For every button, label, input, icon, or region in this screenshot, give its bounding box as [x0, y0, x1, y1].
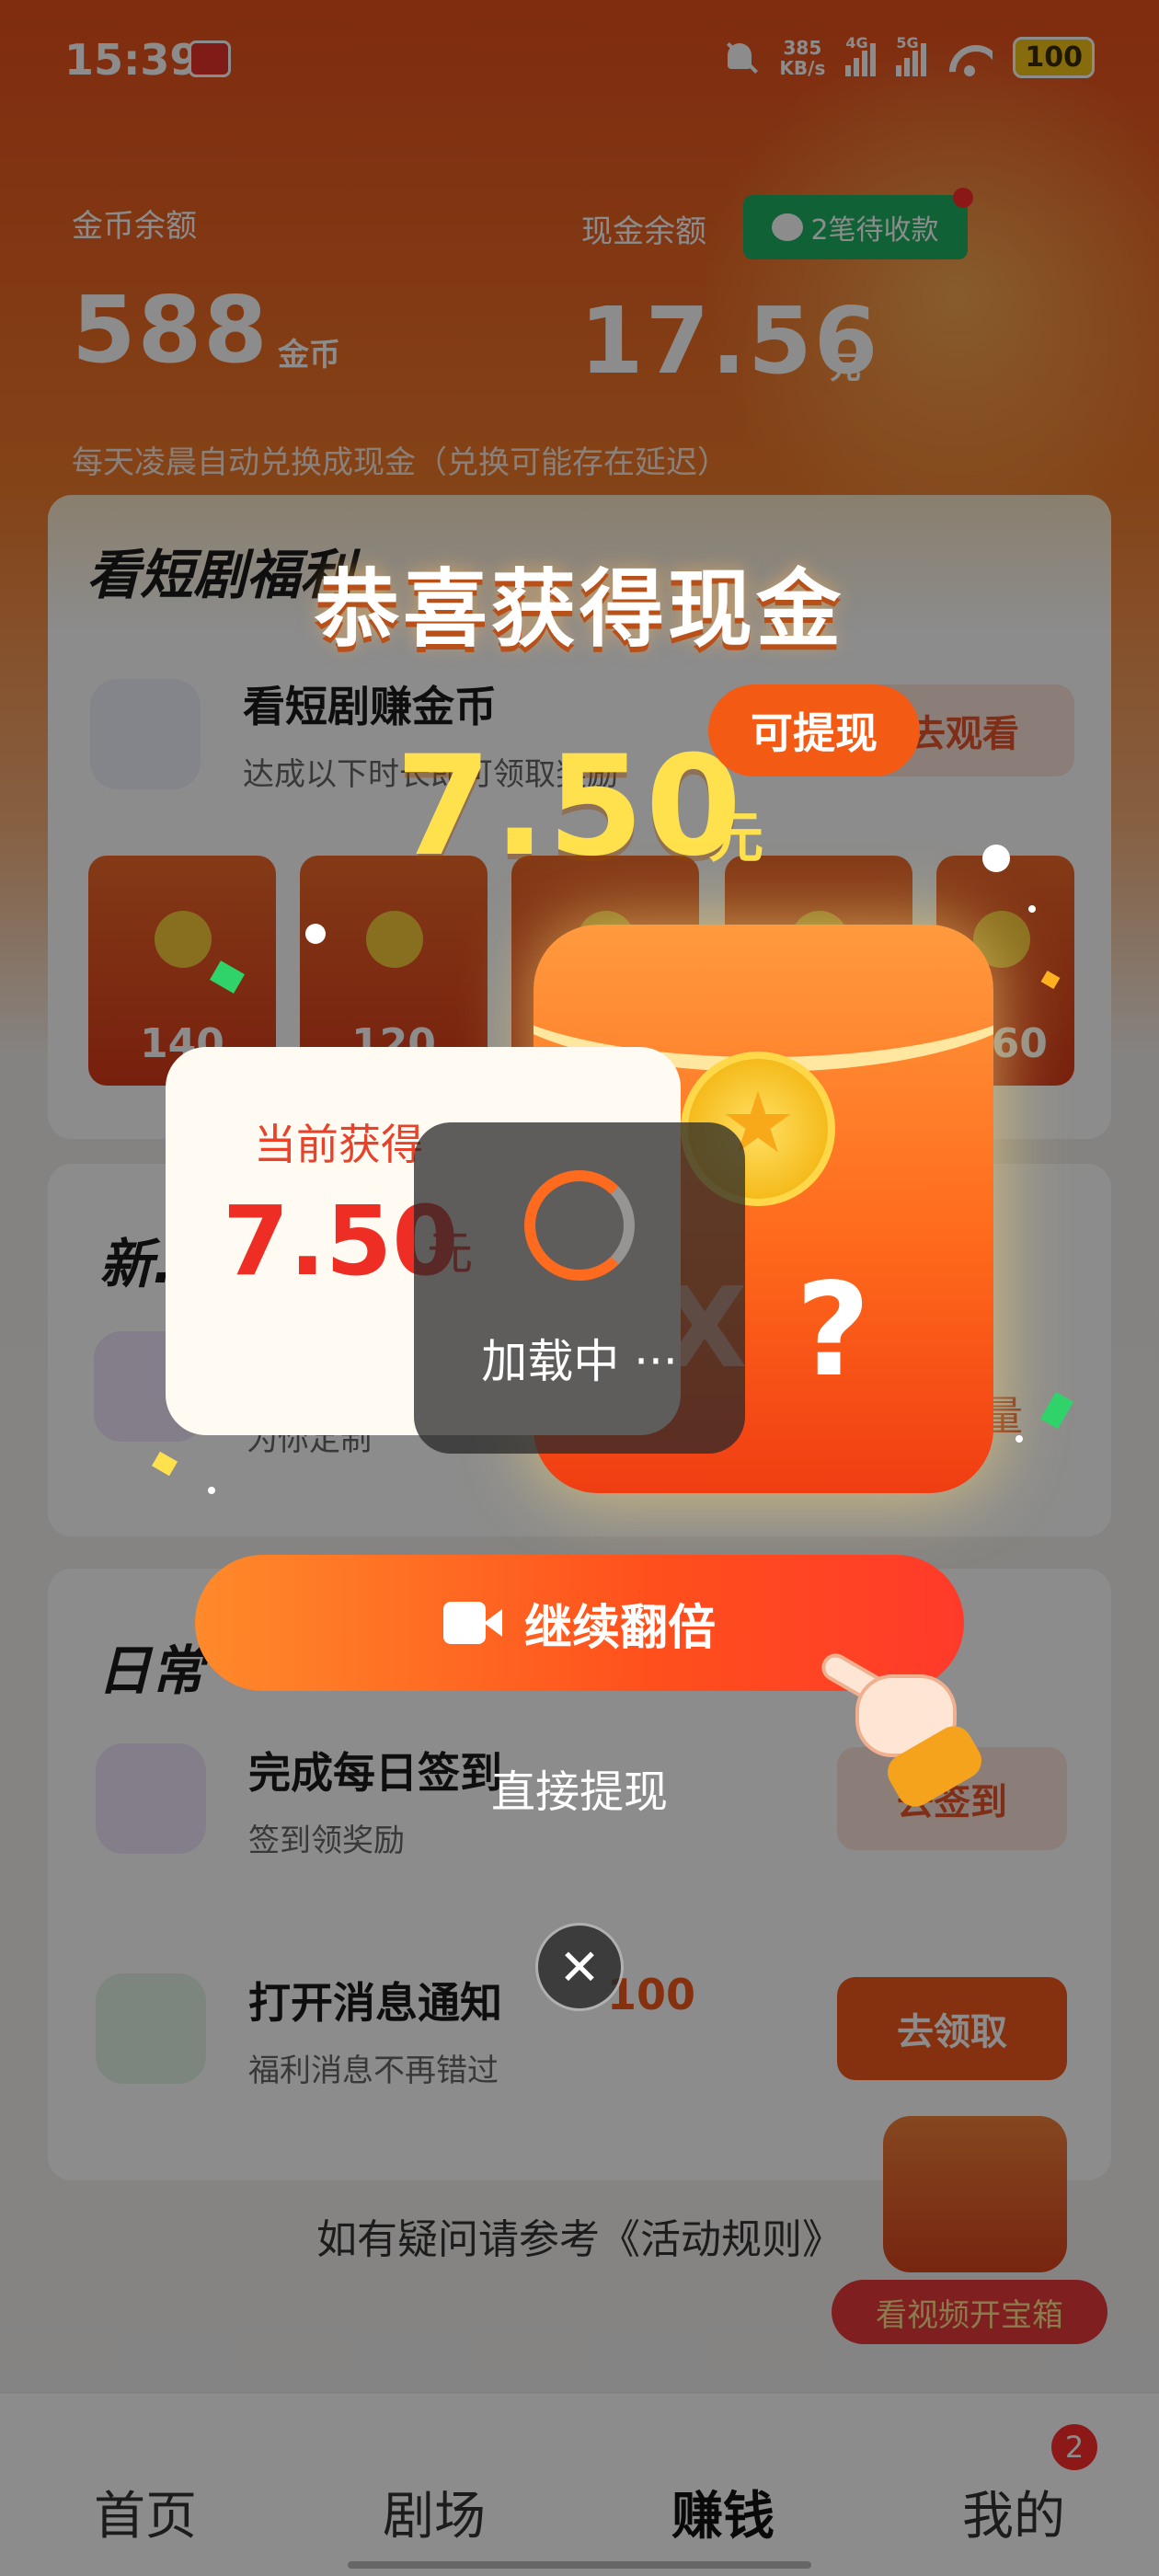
modal-title: 恭喜获得现金: [314, 560, 844, 659]
current-earned-label: 当前获得: [254, 1120, 423, 1169]
sparkle: [208, 1487, 215, 1494]
sparkle: [305, 924, 326, 944]
sparkle: [982, 845, 1010, 872]
loading-spinner-icon: [524, 1170, 635, 1281]
close-icon[interactable]: ✕: [535, 1923, 624, 2011]
direct-withdraw-link[interactable]: 直接提现: [0, 1755, 1159, 1820]
withdrawable-tag: 可提现: [708, 684, 920, 776]
loading-toast: 加载中 ···: [414, 1122, 745, 1454]
packet-question-mark: ?: [796, 1256, 871, 1406]
loading-text: 加载中 ···: [481, 1335, 678, 1388]
video-camera-icon: [442, 1602, 502, 1644]
reward-amount-unit: 元: [708, 806, 763, 870]
continue-double-label: 继续翻倍: [523, 1600, 716, 1656]
sparkle: [1016, 1435, 1023, 1443]
sparkle: [1028, 905, 1036, 913]
reward-amount: 7.50: [396, 727, 744, 887]
